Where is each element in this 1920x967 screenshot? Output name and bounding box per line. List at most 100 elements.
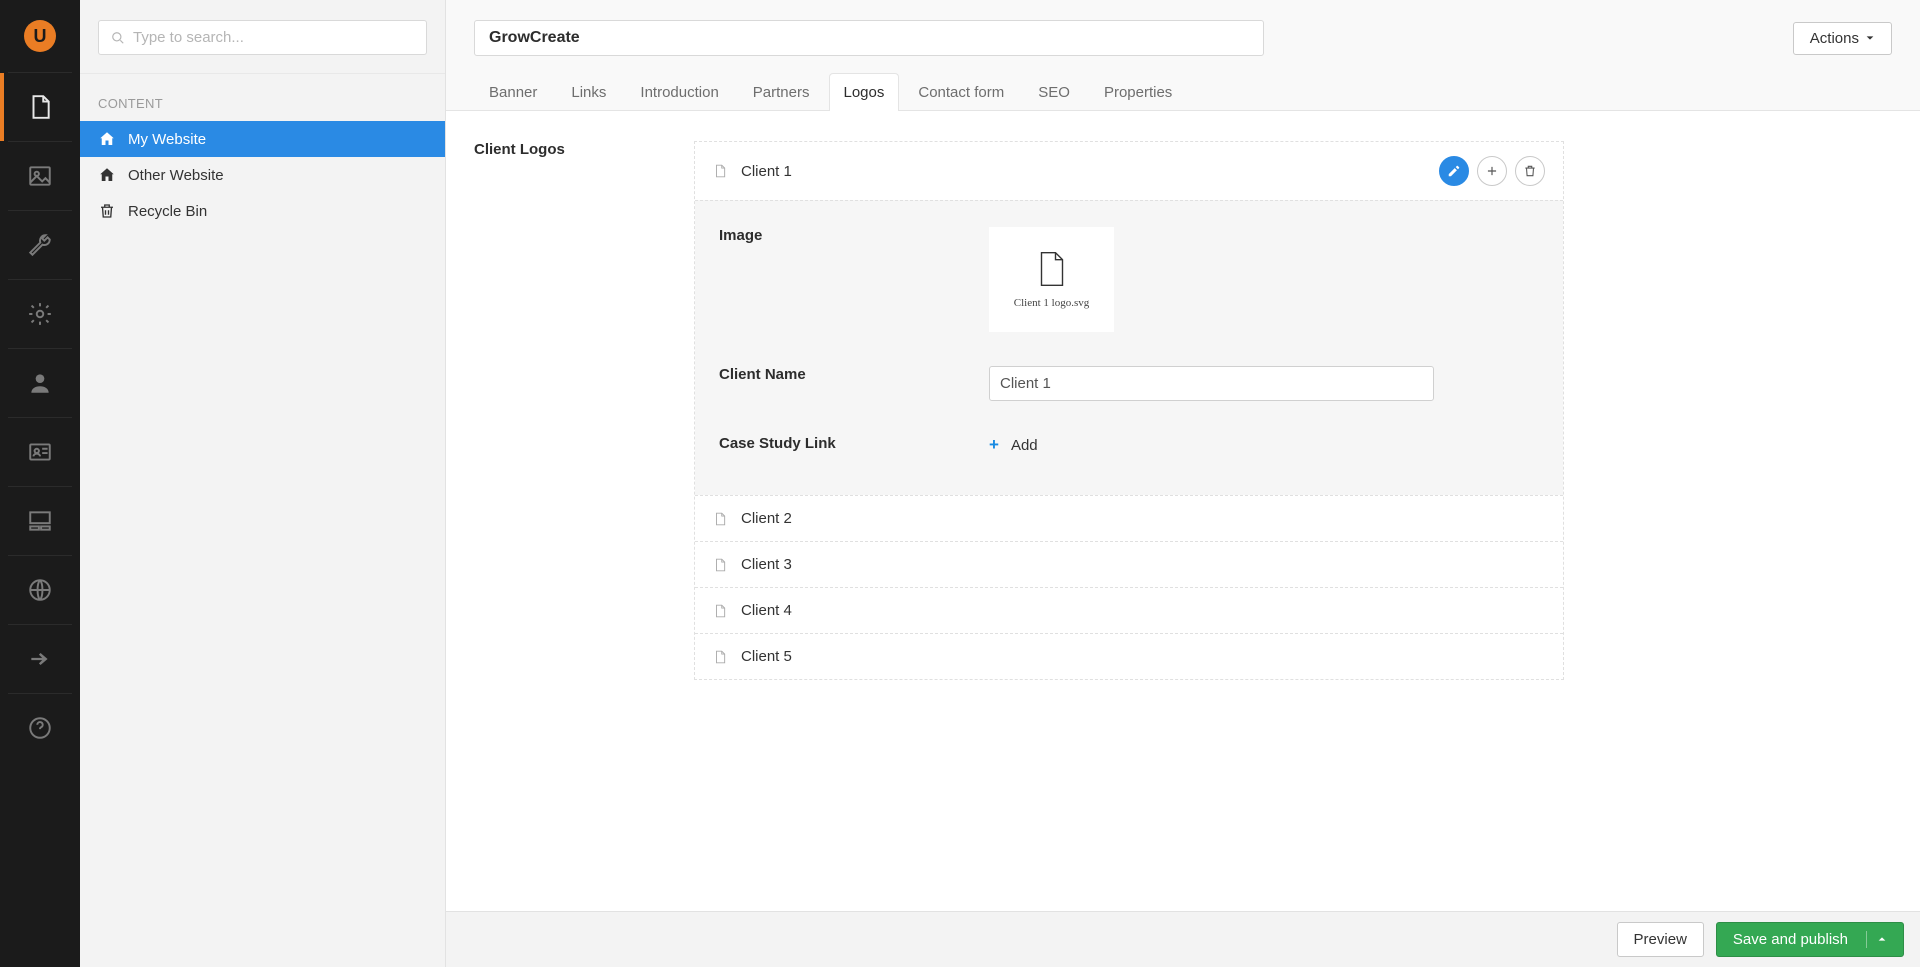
document-icon <box>713 557 727 573</box>
user-icon <box>27 370 53 396</box>
editor-body: Client Logos Client 1 <box>446 111 1920 911</box>
field-label-client-name: Client Name <box>719 366 949 401</box>
rail-help[interactable] <box>0 694 80 762</box>
tree-search-wrap <box>80 0 445 74</box>
arrow-right-icon <box>27 646 53 672</box>
add-link-label: Add <box>1011 437 1038 454</box>
nested-item-header[interactable]: Client 4 <box>695 588 1563 633</box>
rail-content[interactable] <box>0 73 80 141</box>
document-icon <box>713 603 727 619</box>
nested-item-client-4: Client 4 <box>695 587 1563 633</box>
actions-label: Actions <box>1810 30 1859 47</box>
gear-icon <box>27 301 53 327</box>
image-icon <box>27 163 53 189</box>
file-icon <box>1038 251 1066 287</box>
tab-seo[interactable]: SEO <box>1023 73 1085 111</box>
field-label-case-study: Case Study Link <box>719 435 949 455</box>
nested-item-client-1: Client 1 <box>695 142 1563 495</box>
help-icon <box>27 715 53 741</box>
tab-label: Properties <box>1104 84 1172 101</box>
nested-item-client-2: Client 2 <box>695 495 1563 541</box>
preview-button[interactable]: Preview <box>1617 922 1704 957</box>
search-icon <box>111 31 125 45</box>
rail-media[interactable] <box>0 142 80 210</box>
editor-tabs: Banner Links Introduction Partners Logos… <box>474 72 1892 110</box>
document-icon <box>713 649 727 665</box>
add-case-study-link[interactable]: + Add <box>989 435 1539 455</box>
property-group-label: Client Logos <box>474 141 654 158</box>
preview-label: Preview <box>1634 931 1687 948</box>
add-button[interactable] <box>1477 156 1507 186</box>
nested-item-client-5: Client 5 <box>695 633 1563 679</box>
nested-item-title: Client 1 <box>741 163 792 180</box>
tree-item-recycle-bin[interactable]: Recycle Bin <box>80 193 445 229</box>
pencil-icon <box>1447 164 1461 178</box>
tab-properties[interactable]: Properties <box>1089 73 1187 111</box>
plus-icon <box>1485 164 1499 178</box>
umbraco-logo[interactable]: U <box>0 0 80 72</box>
tab-logos[interactable]: Logos <box>829 73 900 111</box>
tab-label: Links <box>571 84 606 101</box>
umbraco-logo-icon: U <box>24 20 56 52</box>
trash-icon <box>1523 164 1537 178</box>
nested-item-title: Client 5 <box>741 648 792 665</box>
tab-label: Contact form <box>918 84 1004 101</box>
document-icon <box>713 163 727 179</box>
rail-settings[interactable] <box>0 211 80 279</box>
caret-up-icon <box>1877 934 1887 944</box>
rail-next[interactable] <box>0 625 80 693</box>
tree-item-label: My Website <box>128 131 206 148</box>
editor-footer: Preview Save and publish <box>446 911 1920 967</box>
nested-item-actions <box>1439 156 1545 186</box>
tree-item-label: Other Website <box>128 167 224 184</box>
tree-item-other-website[interactable]: Other Website <box>80 157 445 193</box>
publish-split[interactable] <box>1866 931 1887 948</box>
tab-contact-form[interactable]: Contact form <box>903 73 1019 111</box>
tab-banner[interactable]: Banner <box>474 73 552 111</box>
nested-item-header[interactable]: Client 1 <box>695 142 1563 200</box>
nested-item-header[interactable]: Client 5 <box>695 634 1563 679</box>
nested-content-list: Client 1 <box>694 141 1564 680</box>
rail-translation[interactable] <box>0 556 80 624</box>
home-icon <box>98 166 116 184</box>
wrench-icon <box>27 232 53 258</box>
node-name-input[interactable] <box>474 20 1264 56</box>
rail-members[interactable] <box>0 418 80 486</box>
nested-item-body: Image Client 1 logo.svg Client Name <box>695 200 1563 495</box>
delete-button[interactable] <box>1515 156 1545 186</box>
globe-icon <box>27 577 53 603</box>
actions-dropdown[interactable]: Actions <box>1793 22 1892 55</box>
editor: Actions Banner Links Introduction Partne… <box>446 0 1920 967</box>
tree-section-label: CONTENT <box>80 74 445 121</box>
tab-links[interactable]: Links <box>556 73 621 111</box>
tree-item-my-website[interactable]: My Website <box>80 121 445 157</box>
nested-item-header[interactable]: Client 3 <box>695 542 1563 587</box>
nested-item-title: Client 3 <box>741 556 792 573</box>
nested-item-client-3: Client 3 <box>695 541 1563 587</box>
search-input-wrap[interactable] <box>98 20 427 55</box>
field-label-image: Image <box>719 227 949 332</box>
rail-developer[interactable] <box>0 280 80 348</box>
client-name-input[interactable] <box>989 366 1434 401</box>
home-icon <box>98 130 116 148</box>
search-input[interactable] <box>133 29 414 46</box>
layout-icon <box>27 508 53 534</box>
document-icon <box>713 511 727 527</box>
tab-label: Logos <box>844 84 885 101</box>
tab-introduction[interactable]: Introduction <box>625 73 733 111</box>
tab-label: SEO <box>1038 84 1070 101</box>
editor-header: Actions Banner Links Introduction Partne… <box>446 0 1920 111</box>
nested-item-title: Client 4 <box>741 602 792 619</box>
content-tree-panel: CONTENT My Website Other Website Recycle… <box>80 0 446 967</box>
tree-item-label: Recycle Bin <box>128 203 207 220</box>
save-and-publish-button[interactable]: Save and publish <box>1716 922 1904 957</box>
edit-button[interactable] <box>1439 156 1469 186</box>
rail-users[interactable] <box>0 349 80 417</box>
tree-list: My Website Other Website Recycle Bin <box>80 121 445 229</box>
rail-forms[interactable] <box>0 487 80 555</box>
id-card-icon <box>27 439 53 465</box>
tab-partners[interactable]: Partners <box>738 73 825 111</box>
nested-item-header[interactable]: Client 2 <box>695 496 1563 541</box>
image-filename: Client 1 logo.svg <box>1014 297 1089 309</box>
image-thumbnail[interactable]: Client 1 logo.svg <box>989 227 1114 332</box>
